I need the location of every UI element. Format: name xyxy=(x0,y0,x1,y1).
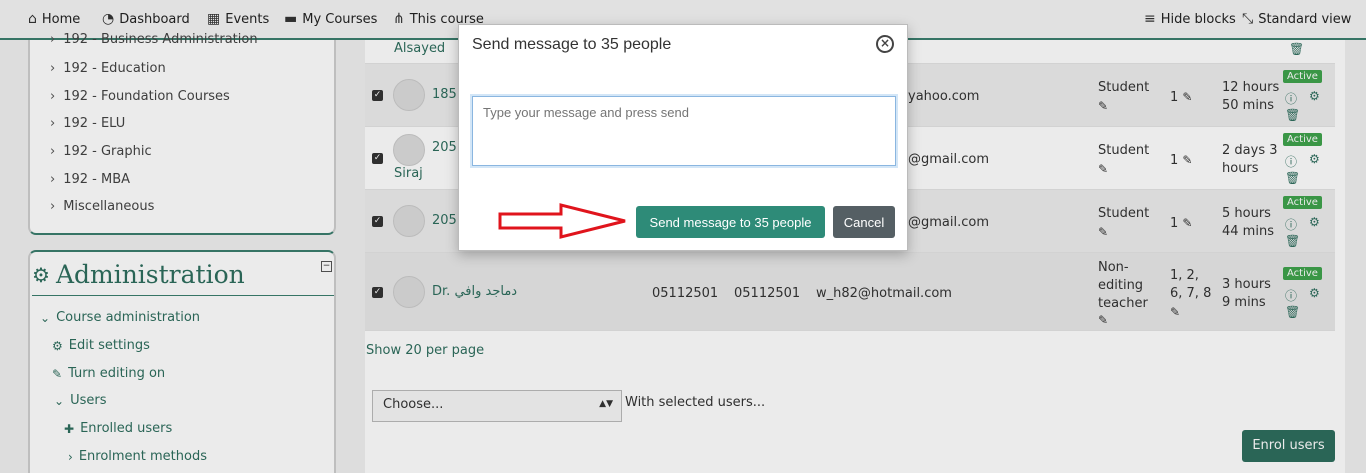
send-message-button[interactable]: Send message to 35 people xyxy=(636,206,825,238)
close-icon[interactable]: × xyxy=(876,35,894,53)
dialog-title: Send message to 35 people xyxy=(472,36,672,53)
cancel-button[interactable]: Cancel xyxy=(833,206,895,238)
message-textarea[interactable] xyxy=(472,96,896,166)
annotation-arrow-icon xyxy=(498,203,626,239)
